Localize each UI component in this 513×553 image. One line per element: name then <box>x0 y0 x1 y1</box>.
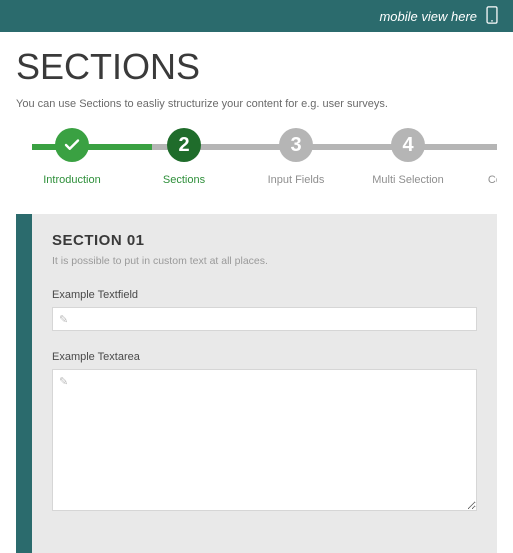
section-heading: SECTION 01 <box>52 232 477 249</box>
step-label: Input Fields <box>240 174 352 186</box>
step-input-fields[interactable]: 3 Input Fields <box>240 128 352 186</box>
textarea-wrap: ✎ <box>52 369 477 511</box>
step-multi-selection[interactable]: 4 Multi Selection <box>352 128 464 186</box>
section-card: SECTION 01 It is possible to put in cust… <box>16 214 497 553</box>
page-title: SECTIONS <box>16 46 497 88</box>
example-textfield-input[interactable] <box>53 308 476 330</box>
field-label: Example Textarea <box>52 351 477 363</box>
topbar: mobile view here <box>0 0 513 32</box>
section-sub: It is possible to put in custom text at … <box>52 255 477 267</box>
step-label: Sections <box>128 174 240 186</box>
step-number: 2 <box>167 128 201 162</box>
textfield-wrap: ✎ <box>52 307 477 331</box>
mobile-view-label: mobile view here <box>379 9 477 24</box>
step-introduction[interactable]: Introduction <box>16 128 128 186</box>
mobile-icon[interactable] <box>485 6 499 27</box>
step-number: 3 <box>279 128 313 162</box>
field-textfield: Example Textfield ✎ <box>52 289 477 331</box>
page-desc: You can use Sections to easliy structuri… <box>16 98 497 110</box>
step-conditional[interactable]: 5 Conditional .. <box>464 128 497 186</box>
example-textarea-input[interactable] <box>53 370 476 510</box>
stepper: Introduction 2 Sections 3 Input Fields 4… <box>16 128 497 186</box>
step-label: Multi Selection <box>352 174 464 186</box>
field-textarea: Example Textarea ✎ <box>52 351 477 511</box>
check-icon <box>55 128 89 162</box>
step-label: Introduction <box>16 174 128 186</box>
field-label: Example Textfield <box>52 289 477 301</box>
step-number: 4 <box>391 128 425 162</box>
step-sections[interactable]: 2 Sections <box>128 128 240 186</box>
step-label: Conditional .. <box>464 174 497 186</box>
